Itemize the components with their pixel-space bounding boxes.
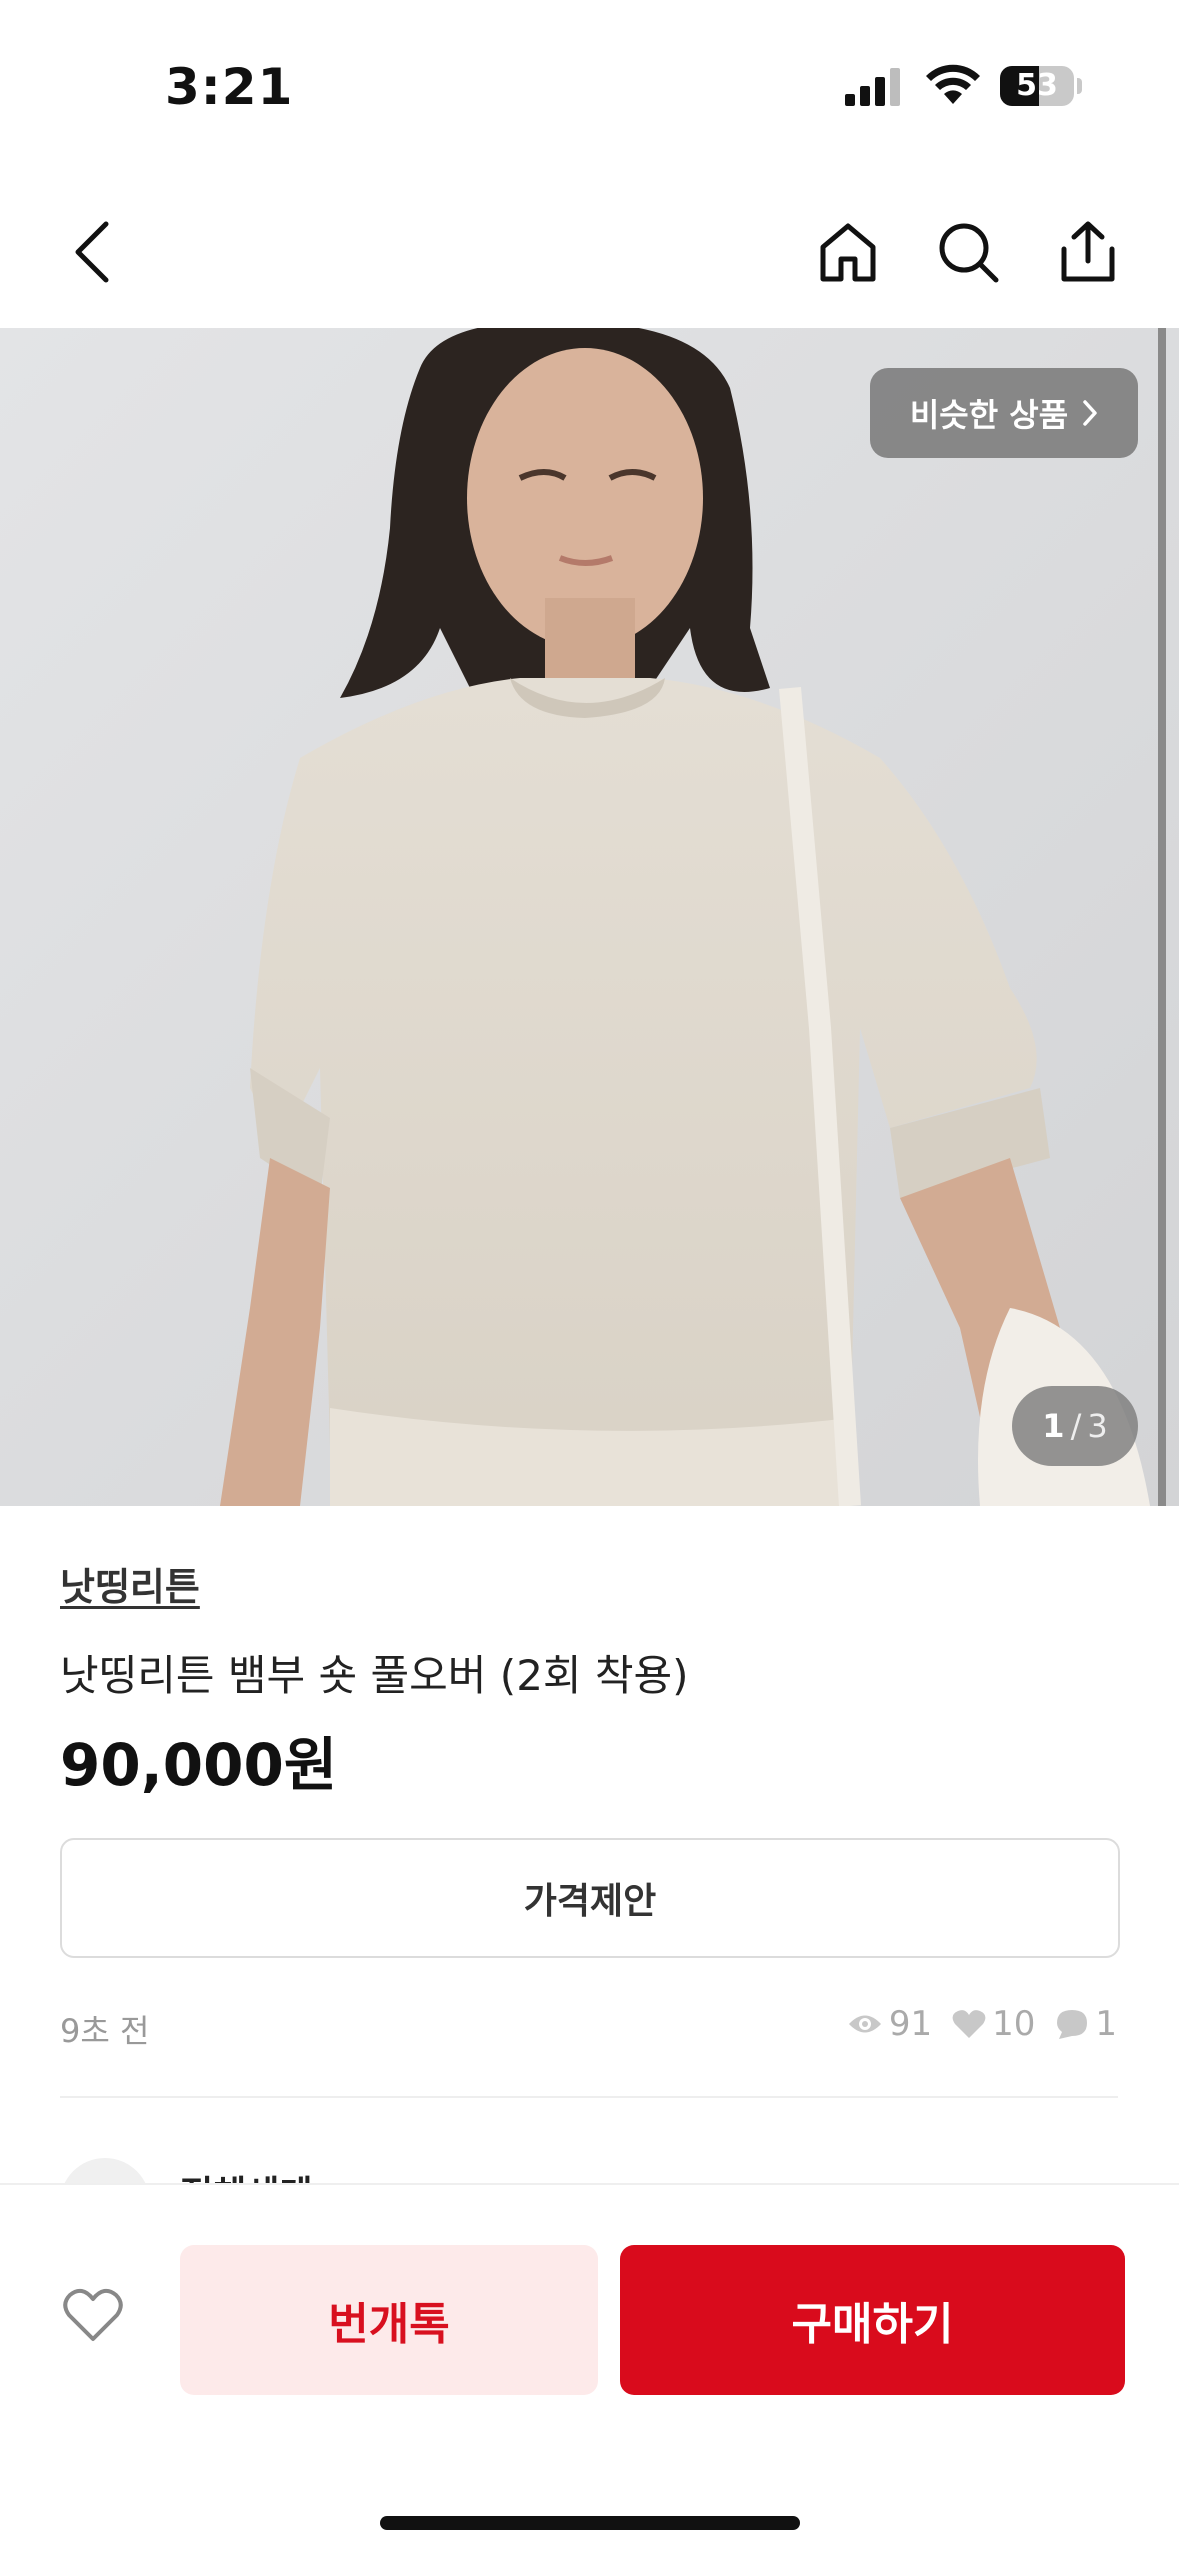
wifi-icon (926, 64, 980, 104)
posted-time: 9초 전 (60, 2012, 150, 2050)
image-counter-current: 1 (1042, 1407, 1065, 1445)
image-counter-total: 3 (1087, 1407, 1108, 1445)
likes-stat: 10 (952, 2004, 1035, 2044)
product-price: 90,000원 (60, 1731, 338, 1799)
heart-outline-icon (63, 2288, 123, 2341)
cellular-signal-icon (845, 68, 900, 106)
views-count: 91 (888, 2004, 933, 2044)
product-photo (0, 328, 1179, 1506)
similar-products-button[interactable]: 비슷한 상품 (870, 368, 1138, 458)
share-button[interactable] (1048, 212, 1128, 292)
search-button[interactable] (928, 212, 1008, 292)
status-bar: 3:21 53 (0, 0, 1179, 180)
product-stats: 91 10 1 (847, 2004, 1117, 2044)
shop-link[interactable]: 낫띵리튼 (60, 1556, 200, 1611)
home-indicator[interactable] (380, 2516, 800, 2530)
buy-button[interactable]: 구매하기 (620, 2245, 1125, 2395)
chat-bubble-icon (1057, 2010, 1088, 2039)
image-counter-separator: / (1070, 1407, 1082, 1445)
price-offer-button[interactable]: 가격제안 (60, 1838, 1120, 1958)
likes-count: 10 (992, 2004, 1036, 2044)
search-icon (939, 223, 999, 283)
bungae-talk-button[interactable]: 번개톡 (180, 2245, 598, 2395)
top-nav (0, 180, 1179, 328)
battery-icon: 53 (1000, 66, 1074, 106)
chevron-right-icon (1083, 400, 1097, 426)
views-stat: 91 (847, 2004, 932, 2044)
back-button[interactable] (52, 212, 132, 292)
back-icon (75, 221, 109, 283)
status-time: 3:21 (165, 58, 294, 116)
product-title: 낫띵리튼 뱀부 숏 풀오버 (2회 착용) (60, 1651, 689, 1700)
similar-products-label: 비슷한 상품 (909, 396, 1069, 434)
wishlist-button[interactable] (58, 2280, 128, 2350)
chats-stat: 1 (1055, 2004, 1117, 2044)
home-icon (820, 223, 876, 282)
heart-icon (952, 2010, 986, 2038)
battery-percent: 53 (1016, 68, 1058, 103)
divider (60, 2096, 1118, 2098)
share-icon (1061, 221, 1115, 282)
home-button[interactable] (808, 212, 888, 292)
product-image[interactable] (0, 328, 1179, 1506)
chats-count: 1 (1095, 2004, 1117, 2044)
image-counter: 1 / 3 (1012, 1386, 1138, 1466)
eye-icon (848, 2015, 881, 2033)
